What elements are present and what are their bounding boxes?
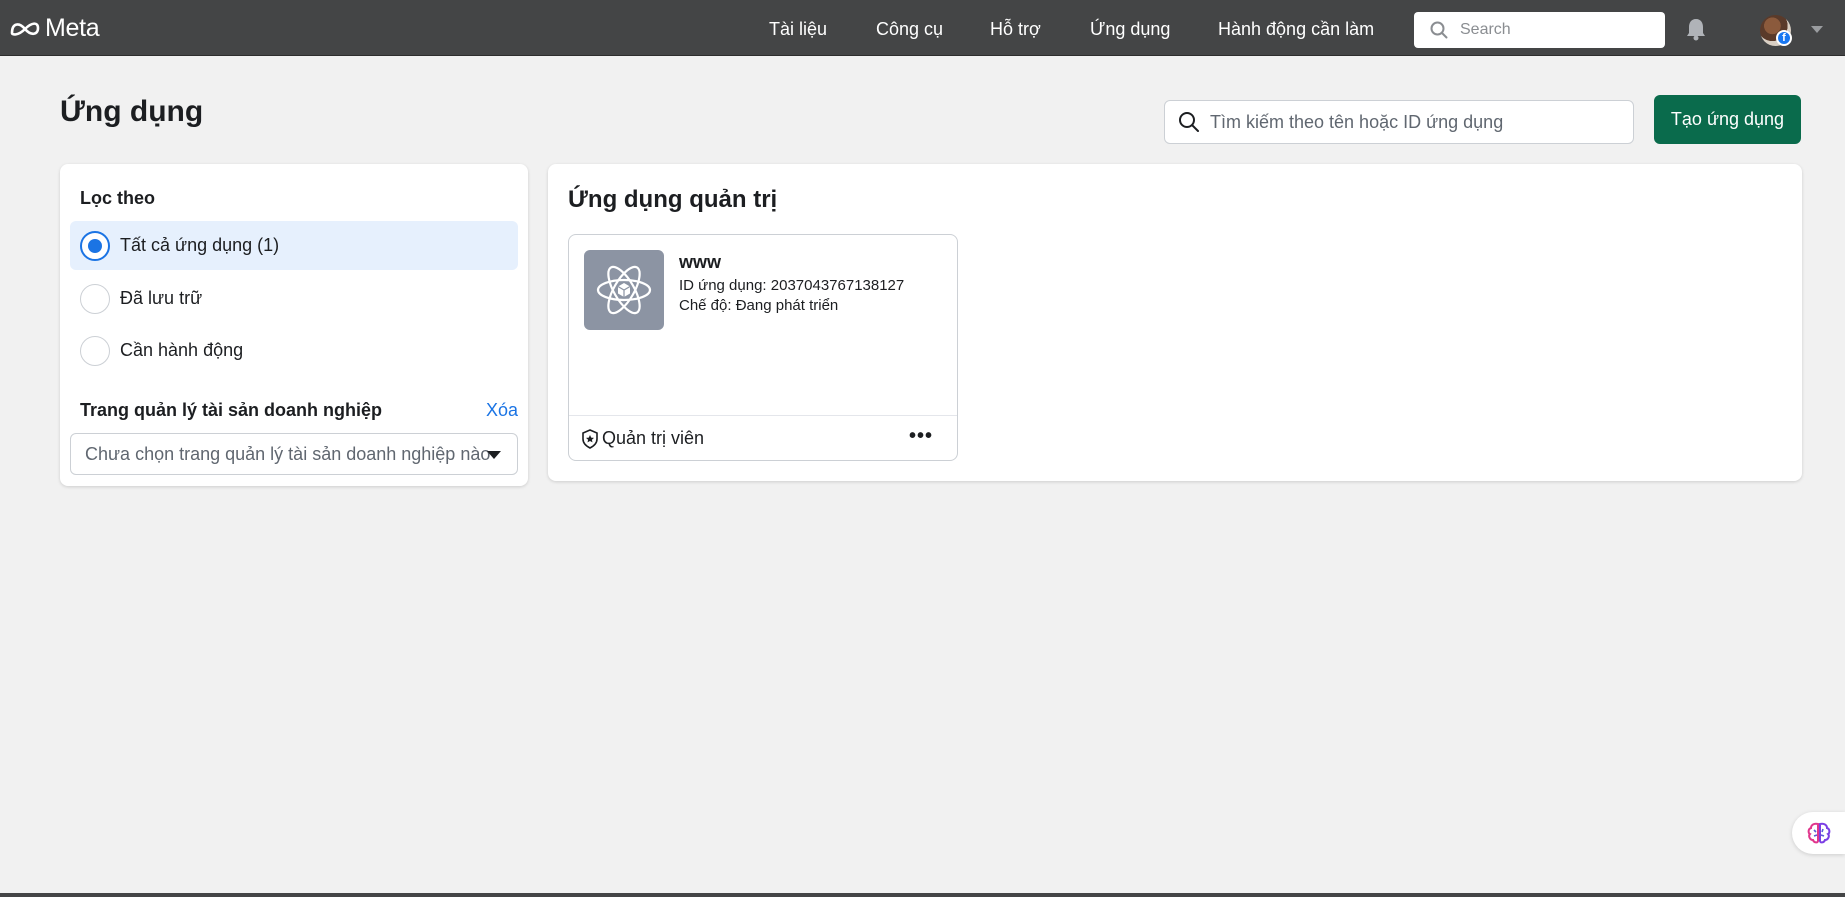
app-id: ID ứng dụng: 2037043767138127 bbox=[679, 277, 905, 294]
admin-shield-icon bbox=[582, 428, 598, 449]
atom-icon bbox=[584, 250, 664, 330]
search-icon bbox=[1430, 21, 1448, 39]
app-search-input[interactable] bbox=[1210, 111, 1630, 133]
top-search-input[interactable] bbox=[1460, 21, 1640, 39]
admin-apps-panel: Ứng dụng quản trị www ID ứng dụng: 20370… bbox=[548, 164, 1802, 481]
nav-item-docs[interactable]: Tài liệu bbox=[769, 19, 827, 40]
nav-item-action-required[interactable]: Hành động cần làm bbox=[1218, 19, 1374, 40]
notifications-bell-icon[interactable] bbox=[1685, 17, 1707, 46]
more-options-icon[interactable]: ••• bbox=[909, 426, 933, 446]
nav-item-tools[interactable]: Công cụ bbox=[876, 19, 943, 40]
radio-button-selected[interactable] bbox=[80, 230, 110, 261]
app-card-footer: Quản trị viên ••• bbox=[569, 415, 957, 461]
filter-option-action-required[interactable]: Cần hành động bbox=[70, 326, 518, 375]
app-card[interactable]: www ID ứng dụng: 2037043767138127 Chế độ… bbox=[568, 234, 958, 461]
account-menu-caret-icon[interactable] bbox=[1811, 26, 1823, 33]
filter-option-all-apps[interactable]: Tất cả ứng dụng (1) bbox=[70, 221, 518, 270]
filter-option-label: Tất cả ứng dụng (1) bbox=[120, 235, 280, 255]
nav-item-support[interactable]: Hỗ trợ bbox=[990, 19, 1041, 40]
top-search-box[interactable] bbox=[1414, 12, 1665, 48]
radio-button[interactable] bbox=[80, 283, 110, 314]
caret-down-icon bbox=[487, 451, 501, 459]
window-bottom-edge bbox=[0, 893, 1845, 897]
page-title: Ứng dụng bbox=[60, 95, 204, 128]
business-manager-label: Trang quản lý tài sản doanh nghiệp bbox=[80, 400, 383, 420]
create-app-button[interactable]: Tạo ứng dụng bbox=[1654, 95, 1801, 144]
app-role-label: Quản trị viên bbox=[602, 428, 705, 448]
meta-infinity-icon bbox=[10, 21, 40, 36]
meta-logo-text: Meta bbox=[45, 14, 100, 42]
business-manager-placeholder: Chưa chọn trang quản lý tài sản doanh ng… bbox=[85, 443, 491, 464]
clear-business-manager-link[interactable]: Xóa bbox=[486, 400, 518, 421]
app-mode: Chế độ: Đang phát triển bbox=[679, 297, 839, 314]
section-title: Ứng dụng quản trị bbox=[568, 186, 778, 213]
filter-title: Lọc theo bbox=[80, 188, 155, 208]
top-navigation-bar: Meta Tài liệu Công cụ Hỗ trợ Ứng dụng Hà… bbox=[0, 0, 1845, 56]
app-name[interactable]: www bbox=[679, 252, 721, 273]
filter-panel: Lọc theo Tất cả ứng dụng (1) Đã lưu trữ … bbox=[60, 164, 528, 486]
app-search-box[interactable] bbox=[1164, 100, 1634, 144]
filter-option-label: Cần hành động bbox=[120, 340, 244, 360]
filter-option-label: Đã lưu trữ bbox=[120, 288, 203, 308]
app-role: Quản trị viên bbox=[581, 428, 704, 449]
business-manager-dropdown[interactable]: Chưa chọn trang quản lý tài sản doanh ng… bbox=[70, 433, 518, 475]
nav-item-apps[interactable]: Ứng dụng bbox=[1090, 19, 1170, 40]
radio-button[interactable] bbox=[80, 335, 110, 366]
filter-option-archived[interactable]: Đã lưu trữ bbox=[70, 274, 518, 323]
meta-logo[interactable]: Meta bbox=[9, 14, 100, 43]
ai-assistant-brain-icon[interactable] bbox=[1792, 812, 1845, 854]
facebook-badge-icon: f bbox=[1776, 30, 1792, 46]
search-icon bbox=[1179, 112, 1199, 132]
